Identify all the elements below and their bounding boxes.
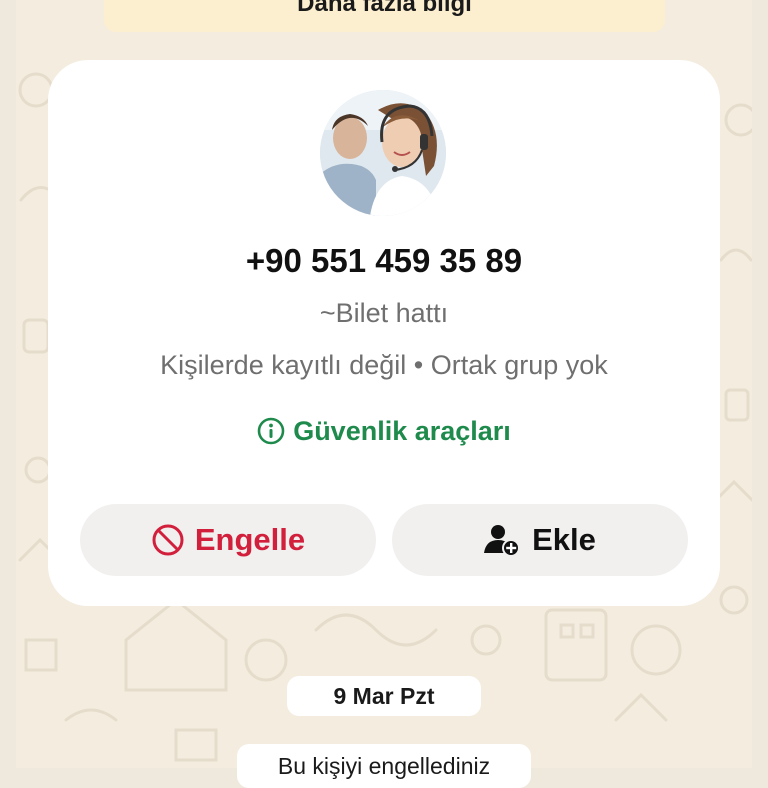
safety-tools-link[interactable]: Güvenlik araçları bbox=[48, 416, 720, 452]
contact-card: +90 551 459 35 89 ~Bilet hattı Kişilerde… bbox=[48, 60, 720, 606]
add-contact-label: Ekle bbox=[532, 522, 596, 557]
block-icon bbox=[151, 523, 185, 557]
contact-phone-number: +90 551 459 35 89 bbox=[245, 242, 523, 279]
contact-status-info: Kişilerde kayıtlı değil • Ortak grup yok bbox=[160, 350, 608, 380]
block-button-label: Engelle bbox=[194, 522, 306, 557]
block-button[interactable]: Engelle bbox=[80, 504, 376, 576]
date-separator: 9 Mar Pzt bbox=[287, 676, 481, 716]
add-contact-button[interactable]: Ekle bbox=[392, 504, 688, 576]
avatar-image bbox=[320, 90, 446, 216]
contact-nickname: ~Bilet hattı bbox=[319, 298, 449, 328]
safety-tools-label: Güvenlik araçları bbox=[293, 416, 511, 446]
banner-text: Daha fazla bilgi bbox=[297, 0, 472, 17]
contact-avatar[interactable] bbox=[320, 90, 446, 216]
info-icon bbox=[257, 417, 285, 452]
system-message: Bu kişiyi engellediniz bbox=[237, 744, 531, 788]
more-info-banner[interactable]: Daha fazla bilgi bbox=[104, 0, 665, 32]
add-contact-icon bbox=[484, 523, 522, 557]
